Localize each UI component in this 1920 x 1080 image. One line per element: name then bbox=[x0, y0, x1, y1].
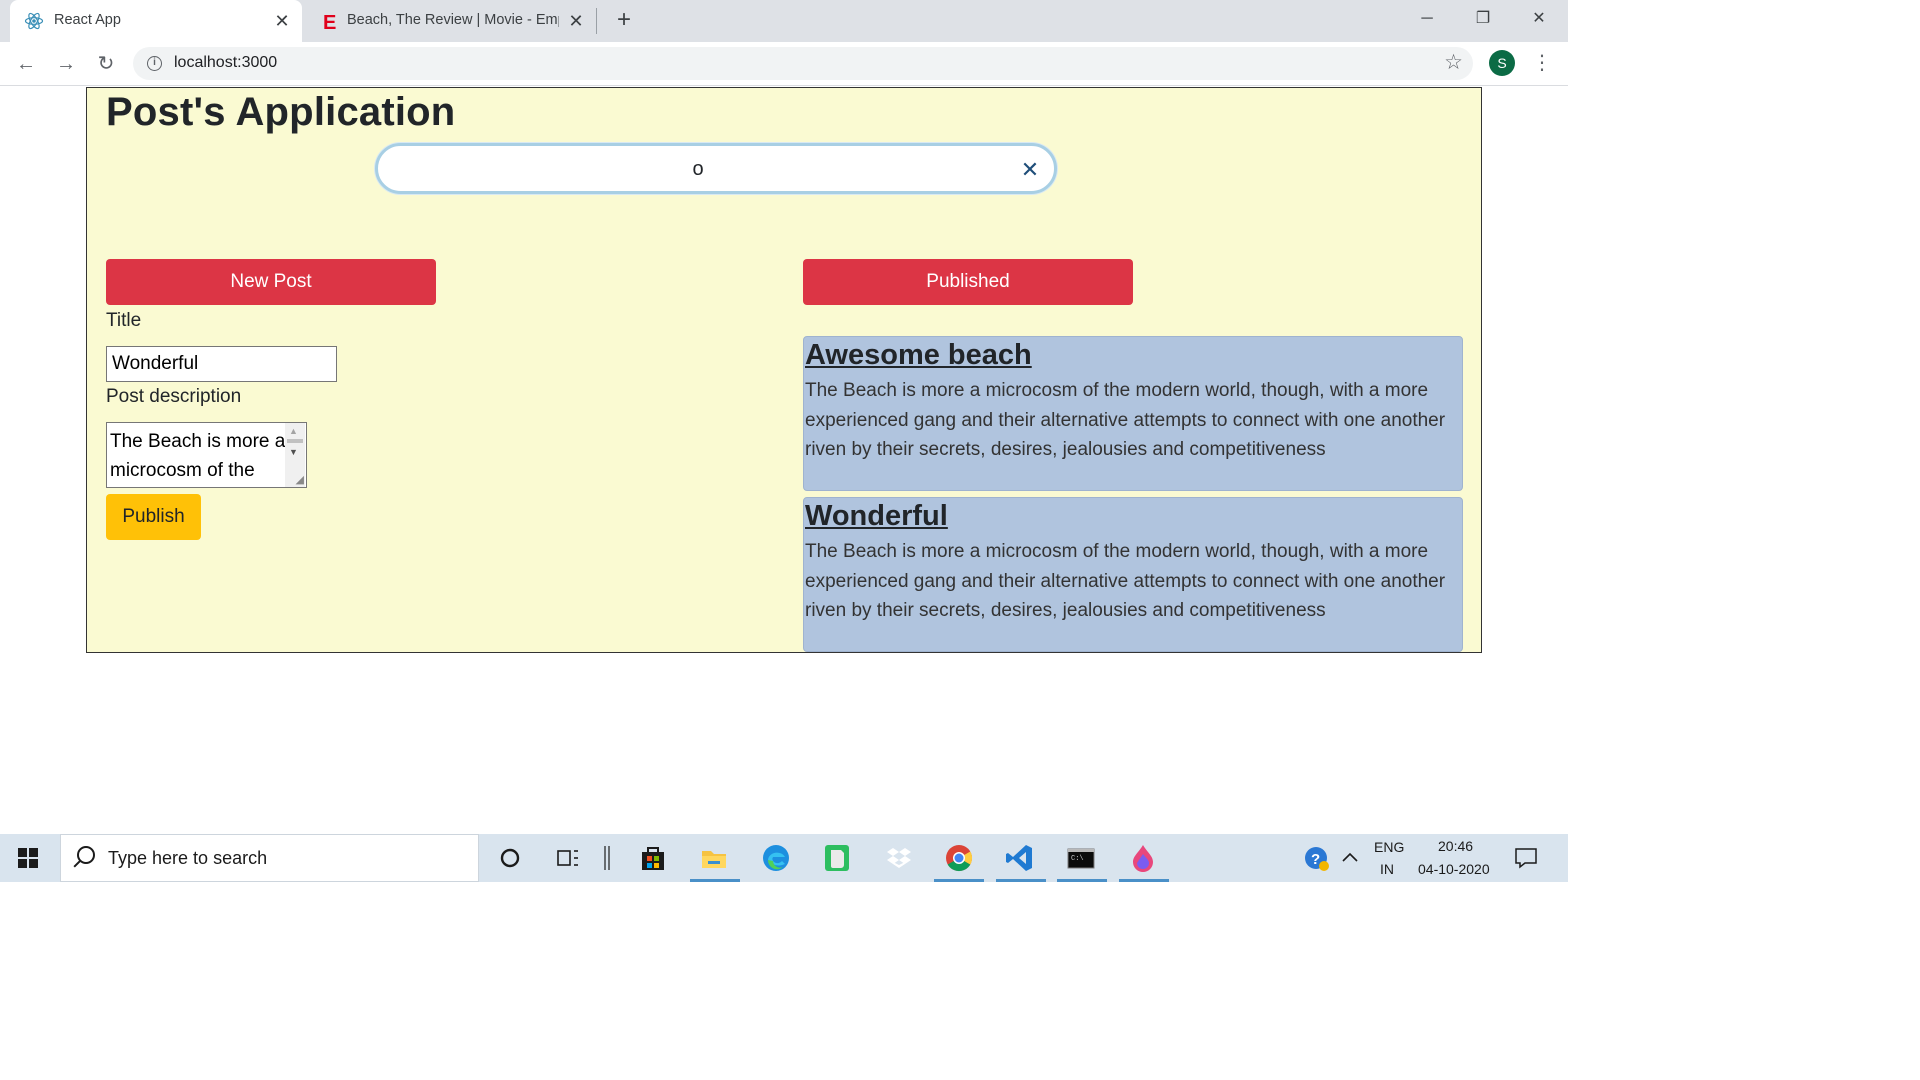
publish-button[interactable]: Publish bbox=[106, 494, 201, 540]
post-title-link[interactable]: Awesome beach bbox=[804, 339, 1462, 372]
restore-icon[interactable]: ❐ bbox=[1463, 6, 1503, 32]
chrome-icon[interactable] bbox=[943, 842, 975, 874]
menu-kebab-icon[interactable]: ⋮ bbox=[1532, 50, 1552, 76]
region-label[interactable]: IN bbox=[1380, 861, 1394, 877]
textarea-scrollbar[interactable]: ▲ ▼ ◢ bbox=[285, 423, 305, 487]
post-card: Awesome beach The Beach is more a microc… bbox=[803, 336, 1463, 491]
language-label[interactable]: ENG bbox=[1374, 839, 1404, 855]
windows-start-icon[interactable] bbox=[18, 848, 38, 868]
taskbar-divider-icon bbox=[604, 846, 610, 870]
browser-toolbar: ← → ↻ i localhost:3000 ☆ bbox=[0, 42, 1568, 86]
scroll-up-icon[interactable]: ▲ bbox=[289, 426, 298, 436]
active-app-indicator bbox=[934, 879, 984, 882]
search-box: ✕ bbox=[375, 143, 1057, 194]
active-app-indicator bbox=[996, 879, 1046, 882]
tab-title: Beach, The Review | Movie - Empire bbox=[347, 12, 559, 28]
search-icon bbox=[77, 846, 95, 864]
back-icon[interactable]: ← bbox=[12, 50, 40, 78]
edge-icon[interactable] bbox=[760, 842, 792, 874]
minimize-icon[interactable]: ─ bbox=[1407, 6, 1447, 32]
taskbar-search-placeholder: Type here to search bbox=[108, 848, 268, 868]
active-app-indicator bbox=[1057, 879, 1107, 882]
svg-text:?: ? bbox=[1311, 851, 1320, 868]
new-post-button[interactable]: New Post bbox=[106, 259, 436, 305]
scroll-thumb[interactable] bbox=[287, 439, 303, 443]
tab-title: React App bbox=[54, 12, 121, 28]
chevron-up-icon[interactable] bbox=[1340, 848, 1360, 868]
description-textarea[interactable]: The Beach is more a microcosm of the bbox=[106, 422, 307, 488]
url-text: localhost:3000 bbox=[174, 54, 278, 71]
search-input[interactable] bbox=[388, 154, 1008, 184]
scroll-down-icon[interactable]: ▼ bbox=[289, 447, 298, 457]
empire-e-icon: E bbox=[323, 12, 336, 31]
paint-icon[interactable] bbox=[1127, 842, 1159, 874]
tab-close-icon[interactable]: ✕ bbox=[566, 11, 586, 31]
terminal-icon[interactable]: C:\ bbox=[1065, 842, 1097, 874]
task-view-icon[interactable] bbox=[552, 842, 584, 874]
evernote-icon[interactable] bbox=[821, 842, 853, 874]
help-icon[interactable]: ? bbox=[1302, 844, 1332, 874]
post-card: Wonderful The Beach is more a microcosm … bbox=[803, 497, 1463, 652]
tab-empire-review[interactable]: E Beach, The Review | Movie - Empire ✕ bbox=[306, 0, 596, 42]
published-button[interactable]: Published bbox=[803, 259, 1133, 305]
page-title: Post's Application bbox=[106, 90, 456, 134]
cortana-icon[interactable] bbox=[494, 842, 526, 874]
new-tab-icon[interactable]: + bbox=[611, 8, 637, 34]
notification-icon[interactable] bbox=[1513, 846, 1539, 870]
tab-react-app[interactable]: React App ✕ bbox=[10, 0, 302, 42]
profile-avatar[interactable]: S bbox=[1489, 50, 1515, 76]
windows-taskbar: Type here to search C:\ ? ENG IN 20:46 0… bbox=[0, 834, 1568, 882]
description-label: Post description bbox=[106, 386, 242, 407]
active-app-indicator bbox=[1119, 879, 1169, 882]
forward-icon[interactable]: → bbox=[52, 50, 80, 78]
svg-text:E: E bbox=[323, 12, 336, 31]
react-icon bbox=[24, 12, 44, 30]
post-body: The Beach is more a microcosm of the mod… bbox=[805, 380, 1446, 460]
title-field[interactable] bbox=[106, 346, 337, 382]
tab-strip: React App ✕ E Beach, The Review | Movie … bbox=[0, 0, 1568, 42]
reload-icon[interactable]: ↻ bbox=[92, 50, 120, 78]
title-label: Title bbox=[106, 310, 142, 331]
taskbar-search[interactable]: Type here to search bbox=[60, 834, 479, 882]
info-icon[interactable]: i bbox=[147, 56, 162, 71]
close-window-icon[interactable]: ✕ bbox=[1519, 6, 1559, 32]
dropbox-icon[interactable] bbox=[883, 842, 915, 874]
clock-date[interactable]: 04-10-2020 bbox=[1418, 861, 1490, 877]
clock-time[interactable]: 20:46 bbox=[1438, 838, 1473, 854]
svg-text:C:\: C:\ bbox=[1071, 855, 1084, 863]
vscode-icon[interactable] bbox=[1004, 842, 1036, 874]
tab-close-icon[interactable]: ✕ bbox=[272, 11, 292, 31]
post-title-link[interactable]: Wonderful bbox=[804, 500, 1462, 533]
clear-search-icon[interactable]: ✕ bbox=[1018, 158, 1042, 182]
resize-grip-icon[interactable]: ◢ bbox=[296, 473, 304, 486]
active-app-indicator bbox=[690, 879, 740, 882]
bookmark-star-icon[interactable]: ☆ bbox=[1444, 50, 1463, 75]
address-bar[interactable]: i localhost:3000 ☆ bbox=[133, 47, 1473, 80]
tab-separator bbox=[596, 8, 597, 34]
file-explorer-icon[interactable] bbox=[698, 842, 730, 874]
post-body: The Beach is more a microcosm of the mod… bbox=[805, 541, 1446, 621]
store-icon[interactable] bbox=[637, 842, 669, 874]
post-app-container: Post's Application ✕ New Post Published … bbox=[86, 87, 1482, 653]
